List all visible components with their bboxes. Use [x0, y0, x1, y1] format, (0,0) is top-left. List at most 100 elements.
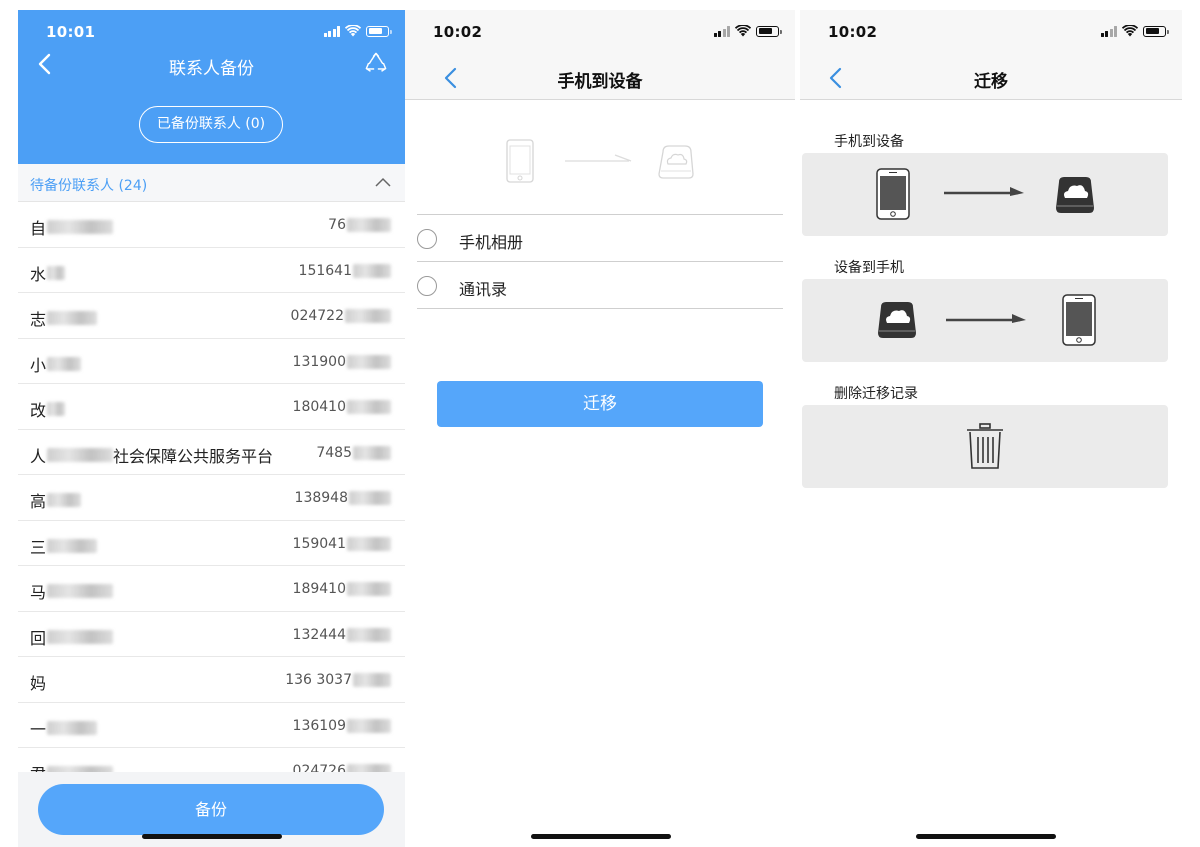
- list-item[interactable]: 回 132444: [18, 612, 405, 657]
- home-indicator: [916, 834, 1056, 839]
- contact-name: 妈: [30, 674, 47, 693]
- contact-list: 自 76 水 151641 志 024722 小 131900 改 180410 人 社会保…: [18, 202, 405, 794]
- pending-contacts-header[interactable]: 待备份联系人 (24): [18, 164, 405, 202]
- phone-to-device-card[interactable]: [802, 153, 1168, 236]
- phone-to-device-screen: 10:02 手机到设备 手机相册 通讯录 迁移: [405, 10, 795, 847]
- wifi-icon: [1122, 25, 1138, 37]
- migrate-button[interactable]: 迁移: [437, 381, 763, 427]
- device-to-phone-card[interactable]: [802, 279, 1168, 362]
- option-photo-album[interactable]: 手机相册: [417, 216, 783, 262]
- contact-phone: 131900: [292, 353, 346, 370]
- page-title: 联系人备份: [169, 59, 254, 79]
- contacts-backup-screen: 10:01 联系人备份 已备份联系人 (0) 待备份联系人 (24) 自 76 水…: [18, 10, 405, 847]
- delete-records-card[interactable]: [802, 405, 1168, 488]
- contact-phone: 151641: [298, 262, 352, 279]
- arrow-right-icon: [946, 314, 1026, 323]
- page-title: 迁移: [974, 72, 1008, 92]
- contact-name: 马: [30, 583, 47, 602]
- list-item[interactable]: 马 189410: [18, 566, 405, 612]
- status-time: 10:01: [46, 23, 96, 41]
- phone-icon: [1062, 294, 1096, 346]
- contact-name: 回: [30, 628, 47, 648]
- list-item[interactable]: 妈 136 3037: [18, 657, 405, 703]
- battery-icon: [366, 25, 392, 37]
- list-item[interactable]: 人 社会保障公共服务平台 7485: [18, 430, 405, 475]
- divider: [417, 308, 783, 309]
- nav-bar: 10:02 迁移: [800, 10, 1182, 100]
- contact-phone: 138948: [294, 490, 348, 506]
- section-label-phone-to-device: 手机到设备: [834, 134, 904, 150]
- status-icons: [1100, 25, 1169, 37]
- contact-name: 高: [30, 492, 47, 511]
- contact-phone: 189410: [292, 581, 346, 597]
- section-label-delete-records: 删除迁移记录: [834, 386, 918, 402]
- cloud-drive-icon: [878, 302, 916, 338]
- signal-icon: [323, 25, 340, 37]
- page-title: 手机到设备: [557, 72, 643, 92]
- contact-phone: 76: [328, 217, 346, 233]
- signal-icon: [713, 25, 730, 37]
- contact-name: 一: [30, 719, 47, 739]
- home-indicator: [531, 834, 671, 839]
- contact-phone: 7485: [316, 444, 352, 461]
- radio-button[interactable]: [417, 229, 437, 249]
- wifi-icon: [345, 25, 361, 37]
- home-indicator: [142, 834, 282, 839]
- divider: [417, 261, 783, 262]
- contact-phone: 159041: [292, 535, 346, 552]
- arrow-right-icon: [944, 187, 1024, 196]
- contact-name-tail: 社会保障公共服务平台: [113, 446, 274, 466]
- list-item[interactable]: 一 136109: [18, 703, 405, 748]
- arrow-icon: [565, 154, 632, 162]
- list-item[interactable]: 自 76: [18, 202, 405, 248]
- option-label: 手机相册: [459, 233, 524, 252]
- contact-name: 三: [30, 537, 47, 557]
- radio-button[interactable]: [417, 276, 437, 296]
- cloud-drive-icon: [658, 145, 694, 179]
- status-bar: 10:02: [800, 10, 1182, 54]
- section-label-device-to-phone: 设备到手机: [834, 260, 904, 276]
- nav-bar: 10:02 手机到设备: [405, 10, 795, 100]
- contact-name: 自: [30, 219, 47, 238]
- cloud-drive-icon: [1056, 177, 1094, 213]
- backup-button[interactable]: 备份: [38, 784, 384, 835]
- wifi-icon: [735, 25, 751, 37]
- battery-icon: [756, 25, 782, 37]
- status-bar: 10:02: [405, 10, 795, 54]
- option-label: 通讯录: [459, 280, 508, 299]
- status-bar: 10:01: [18, 10, 405, 54]
- recycle-icon[interactable]: [365, 52, 387, 74]
- list-item[interactable]: 志 024722: [18, 293, 405, 339]
- chevron-up-icon[interactable]: [375, 176, 391, 188]
- contact-name: 人: [30, 446, 47, 466]
- status-icons: [323, 25, 392, 37]
- contact-phone: 136109: [292, 717, 346, 734]
- divider: [417, 214, 783, 215]
- contact-name: 改: [30, 401, 47, 420]
- contact-name: 水: [30, 264, 47, 284]
- pending-contacts-label: 待备份联系人 (24): [30, 178, 148, 194]
- phone-icon: [506, 139, 534, 183]
- migrate-screen: 10:02 迁移 手机到设备 设备到手机 删除迁移记录: [800, 10, 1182, 847]
- list-item[interactable]: 高 138948: [18, 475, 405, 521]
- list-item[interactable]: 小 131900: [18, 339, 405, 384]
- list-item[interactable]: 水 151641: [18, 248, 405, 293]
- header: 10:01 联系人备份 已备份联系人 (0): [18, 10, 405, 164]
- status-icons: [713, 25, 782, 37]
- contact-name: 小: [30, 355, 47, 375]
- option-contacts[interactable]: 通讯录: [417, 263, 783, 309]
- contact-name: 志: [30, 310, 47, 329]
- contact-phone: 132444: [292, 626, 346, 643]
- contact-phone: 136 3037: [285, 672, 352, 688]
- status-time: 10:02: [828, 23, 878, 41]
- contact-phone: 024722: [290, 308, 344, 324]
- list-item[interactable]: 改 180410: [18, 384, 405, 430]
- phone-to-drive-illustration: [506, 139, 694, 183]
- signal-icon: [1100, 25, 1117, 37]
- status-time: 10:02: [433, 23, 483, 41]
- battery-icon: [1143, 25, 1169, 37]
- contact-phone: 180410: [292, 399, 346, 415]
- list-item[interactable]: 三 159041: [18, 521, 405, 566]
- trash-icon: [967, 423, 1003, 469]
- backed-up-contacts-button[interactable]: 已备份联系人 (0): [139, 106, 283, 143]
